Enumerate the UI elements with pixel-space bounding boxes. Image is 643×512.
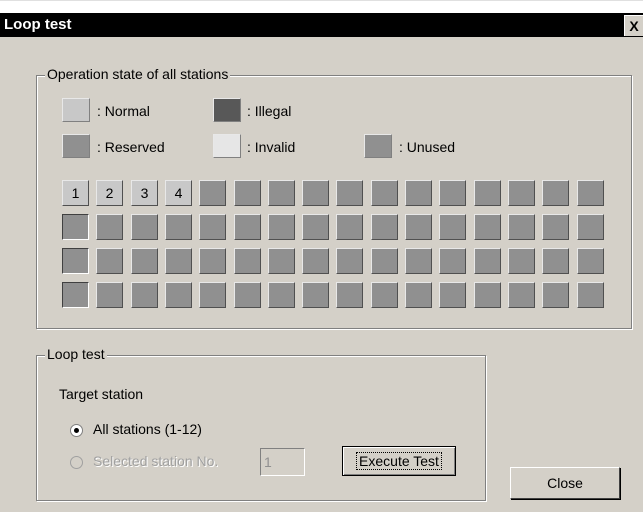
station-cell xyxy=(577,214,604,240)
station-cell xyxy=(439,214,466,240)
station-cell xyxy=(371,248,398,274)
station-cell xyxy=(474,214,501,240)
target-station-label: Target station xyxy=(59,386,144,402)
station-cell xyxy=(474,282,501,308)
station-cell xyxy=(336,248,363,274)
station-cell xyxy=(371,282,398,308)
normal-label: : Normal xyxy=(97,103,150,119)
station-cell xyxy=(234,214,261,240)
station-cell xyxy=(268,248,295,274)
station-cell xyxy=(165,214,192,240)
station-cell xyxy=(439,248,466,274)
invalid-swatch xyxy=(213,134,241,158)
station-cell xyxy=(508,214,535,240)
normal-swatch xyxy=(62,98,90,122)
station-cell-1: 1 xyxy=(62,180,89,206)
station-cell xyxy=(165,282,192,308)
station-cell xyxy=(336,214,363,240)
top-strip xyxy=(0,1,643,13)
station-cell xyxy=(62,248,89,274)
unused-swatch xyxy=(364,134,392,158)
title-bar: Loop test xyxy=(0,13,643,37)
station-cell-3: 3 xyxy=(131,180,158,206)
station-cell xyxy=(199,214,226,240)
station-cell xyxy=(542,214,569,240)
station-grid: 1234 xyxy=(62,180,607,312)
station-cell xyxy=(62,282,89,308)
station-cell xyxy=(199,248,226,274)
station-cell xyxy=(508,248,535,274)
station-cell xyxy=(302,282,329,308)
station-cell xyxy=(371,214,398,240)
station-cell xyxy=(234,180,261,206)
station-cell xyxy=(268,214,295,240)
station-cell xyxy=(165,248,192,274)
reserved-swatch xyxy=(62,134,90,158)
loop-test-group: Loop test Target station All stations (1… xyxy=(36,346,486,501)
station-cell xyxy=(474,248,501,274)
station-cell xyxy=(474,180,501,206)
loop-test-dialog: Loop test X Operation state of all stati… xyxy=(0,0,643,512)
station-cell xyxy=(96,214,123,240)
loop-test-title: Loop test xyxy=(45,346,107,362)
station-cell xyxy=(131,282,158,308)
station-cell xyxy=(302,180,329,206)
station-cell xyxy=(234,248,261,274)
station-cell xyxy=(336,180,363,206)
station-cell xyxy=(234,282,261,308)
station-cell xyxy=(302,248,329,274)
station-cell xyxy=(577,248,604,274)
selected-station-radio[interactable] xyxy=(70,456,83,469)
station-cell xyxy=(439,180,466,206)
illegal-label: : Illegal xyxy=(247,103,292,119)
station-cell xyxy=(542,180,569,206)
window-title: Loop test xyxy=(4,16,72,33)
station-cell xyxy=(199,282,226,308)
station-cell xyxy=(577,282,604,308)
station-cell xyxy=(405,248,432,274)
station-cell xyxy=(405,282,432,308)
station-number-input[interactable]: 1 xyxy=(260,448,305,476)
station-cell xyxy=(268,180,295,206)
station-cell xyxy=(131,248,158,274)
station-cell xyxy=(508,282,535,308)
close-button[interactable]: Close xyxy=(510,467,620,499)
radio-dot xyxy=(74,428,79,433)
station-cell xyxy=(508,180,535,206)
station-cell xyxy=(268,282,295,308)
all-stations-radio[interactable] xyxy=(70,424,83,437)
station-cell xyxy=(336,282,363,308)
station-cell xyxy=(405,214,432,240)
station-cell xyxy=(542,248,569,274)
operation-state-group: Operation state of all stations : Normal… xyxy=(36,66,632,329)
station-cell-4: 4 xyxy=(165,180,192,206)
station-cell xyxy=(302,214,329,240)
station-cell xyxy=(371,180,398,206)
station-cell xyxy=(439,282,466,308)
station-cell xyxy=(96,248,123,274)
execute-test-button[interactable]: Execute Test xyxy=(342,446,456,476)
station-cell xyxy=(405,180,432,206)
station-cell xyxy=(131,214,158,240)
all-stations-label[interactable]: All stations (1-12) xyxy=(93,421,202,437)
reserved-label: : Reserved xyxy=(97,139,165,155)
operation-state-title: Operation state of all stations xyxy=(45,66,231,82)
close-icon[interactable]: X xyxy=(624,15,643,36)
station-cell xyxy=(199,180,226,206)
station-cell xyxy=(542,282,569,308)
selected-station-label[interactable]: Selected station No. xyxy=(93,453,218,469)
invalid-label: : Invalid xyxy=(247,139,296,155)
station-cell xyxy=(96,282,123,308)
unused-label: : Unused xyxy=(399,139,456,155)
execute-test-label: Execute Test xyxy=(356,452,442,470)
illegal-swatch xyxy=(213,98,241,122)
station-cell-2: 2 xyxy=(96,180,123,206)
station-cell xyxy=(577,180,604,206)
station-cell xyxy=(62,214,89,240)
